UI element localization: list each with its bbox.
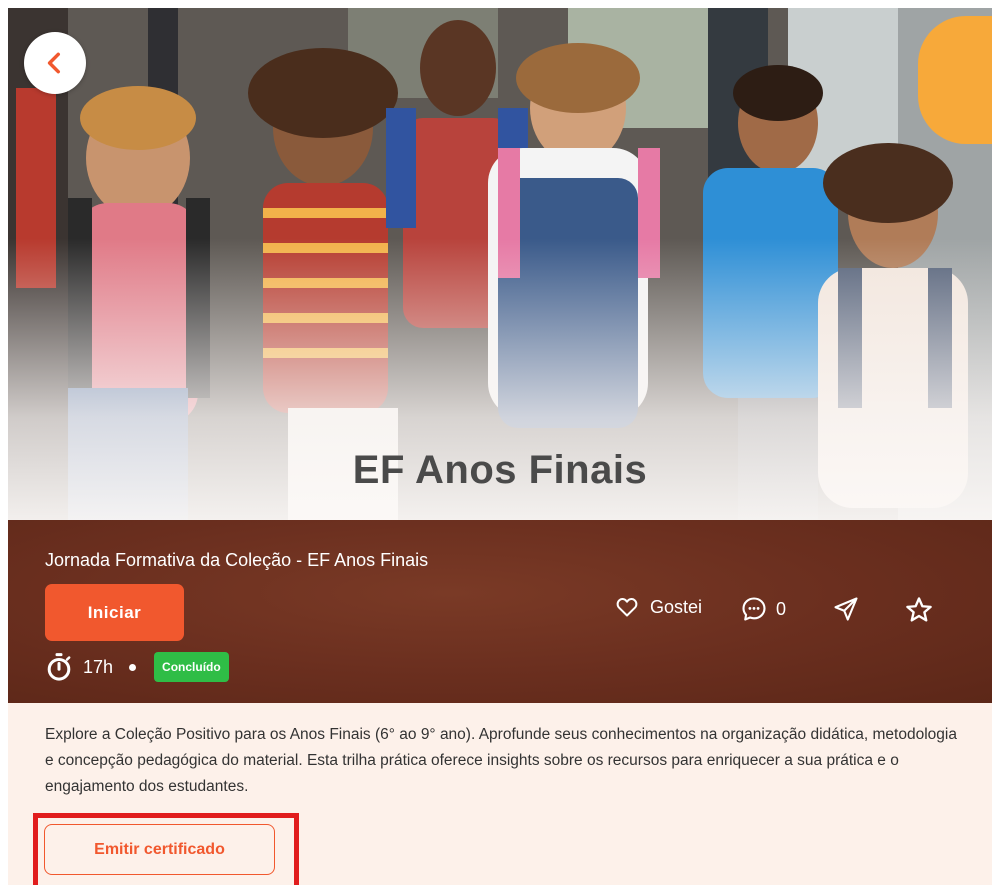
back-button[interactable] xyxy=(24,32,86,94)
course-title: Jornada Formativa da Coleção - EF Anos F… xyxy=(45,550,429,570)
like-button[interactable]: Gostei xyxy=(614,595,702,619)
like-label: Gostei xyxy=(650,596,703,617)
separator-dot xyxy=(129,663,137,671)
favorite-button[interactable] xyxy=(904,595,934,625)
comments-count: 0 xyxy=(776,598,787,619)
status-badge: Concluído xyxy=(154,652,229,682)
stopwatch-icon xyxy=(47,653,71,681)
heart-icon xyxy=(616,598,638,617)
send-icon xyxy=(834,597,858,621)
share-button[interactable] xyxy=(832,595,860,623)
course-meta: 17h Concluído xyxy=(45,650,229,684)
comment-bubble-icon xyxy=(742,597,766,621)
star-icon xyxy=(906,597,932,622)
hero-banner: EF Anos Finais xyxy=(8,8,992,520)
course-description: Explore a Coleção Positivo para os Anos … xyxy=(45,726,957,795)
course-duration: 17h xyxy=(83,656,114,677)
decorative-shape xyxy=(918,16,992,144)
hero-gradient-overlay xyxy=(8,8,992,520)
banner-title: EF Anos Finais xyxy=(352,448,648,492)
comments-button[interactable]: 0 xyxy=(740,595,786,623)
chevron-left-icon xyxy=(47,52,60,74)
course-page: EF Anos Finais Jornada Formativa da Cole… xyxy=(8,8,992,885)
start-button[interactable]: Iniciar xyxy=(45,584,184,641)
issue-certificate-button[interactable]: Emitir certificado xyxy=(44,824,275,875)
